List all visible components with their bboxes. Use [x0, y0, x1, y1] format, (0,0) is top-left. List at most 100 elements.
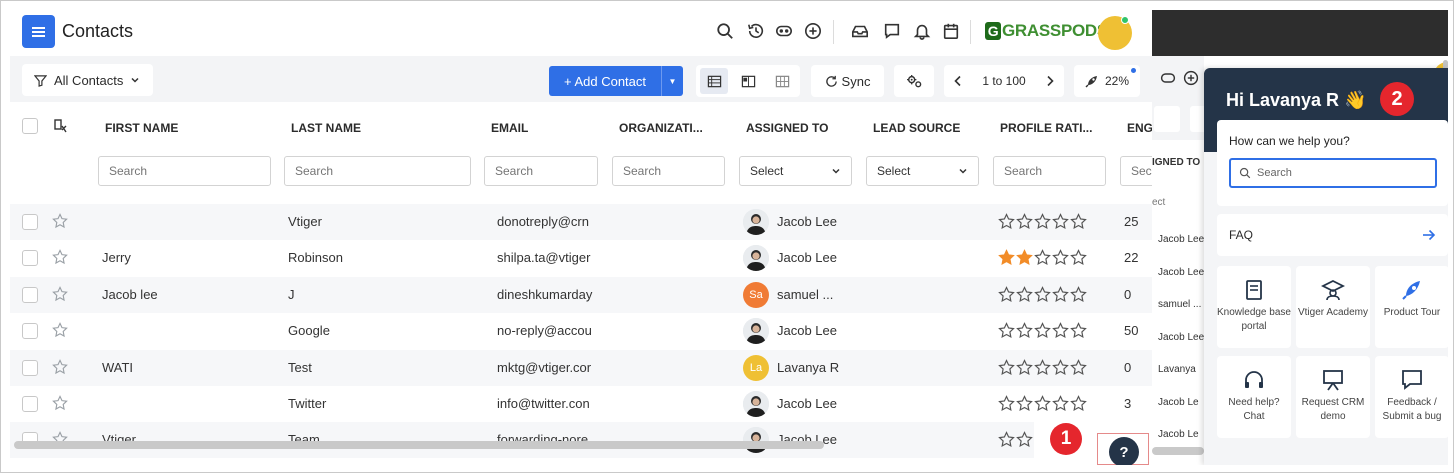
profile-rating[interactable] [998, 213, 1087, 230]
star-outline-icon[interactable] [1070, 395, 1087, 412]
star-outline-icon[interactable] [1016, 285, 1033, 303]
help-search-input[interactable]: Search [1229, 158, 1437, 188]
star-outline-icon[interactable] [1034, 285, 1051, 303]
star-icon[interactable] [52, 285, 68, 302]
horizontal-scrollbar[interactable] [14, 441, 824, 449]
sync-button[interactable]: Sync [811, 65, 884, 97]
search-icon[interactable] [715, 21, 735, 41]
email-cell[interactable]: info@twitter.con [497, 396, 595, 411]
summary-view-button[interactable] [768, 68, 796, 94]
profile-rating[interactable] [998, 249, 1087, 266]
settings-button[interactable] [894, 65, 934, 97]
select-all-checkbox[interactable] [22, 118, 38, 134]
star-outline-icon[interactable] [998, 285, 1015, 303]
star-outline-icon[interactable] [1070, 249, 1087, 266]
faq-link[interactable]: FAQ [1217, 214, 1448, 256]
row-checkbox[interactable] [22, 286, 38, 303]
star-outline-icon[interactable] [1070, 322, 1087, 339]
product-tour-tile[interactable]: Product Tour [1375, 266, 1448, 348]
star-outline-icon[interactable] [1034, 322, 1051, 339]
engagement-search-input[interactable] [1120, 156, 1152, 186]
star-filled-icon[interactable] [1016, 249, 1033, 266]
table-row[interactable]: WATI Test mktg@vtiger.cor Lavanya R 0 La [10, 349, 1152, 386]
star-outline-icon[interactable] [998, 358, 1015, 376]
star-icon[interactable] [52, 322, 68, 338]
feedback-tile[interactable]: Feedback / Submit a bug [1375, 356, 1448, 438]
chevron-right-icon[interactable] [1046, 75, 1054, 87]
row-checkbox[interactable] [22, 214, 38, 230]
email-cell[interactable]: mktg@vtiger.cor [497, 360, 595, 375]
row-checkbox[interactable] [22, 323, 38, 340]
star-outline-icon[interactable] [1070, 213, 1087, 230]
star-icon[interactable] [52, 249, 68, 265]
star-outline-icon[interactable] [1052, 249, 1069, 266]
add-contact-dropdown[interactable]: ▼ [661, 66, 683, 96]
profile-rating[interactable] [998, 395, 1087, 412]
help-launcher-button[interactable]: ? [1109, 437, 1139, 465]
profile-rating[interactable] [998, 285, 1087, 303]
star-outline-icon[interactable] [998, 431, 1015, 448]
star-icon[interactable] [52, 395, 68, 411]
add-contact-button[interactable]: + Add Contact [549, 66, 661, 96]
table-row[interactable]: Jerry Robinson shilpa.ta@vtiger Jacob Lee 22 [10, 240, 1152, 276]
column-profile-rating[interactable]: PROFILE RATI... [1000, 121, 1092, 135]
star-outline-icon[interactable] [1070, 358, 1087, 376]
inbox-icon[interactable] [850, 21, 870, 41]
star-filled-icon[interactable] [998, 249, 1015, 266]
table-row[interactable]: Google no-reply@accou Jacob Lee 50 [10, 313, 1152, 349]
email-cell[interactable]: shilpa.ta@vtiger [497, 250, 595, 265]
column-last-name[interactable]: LAST NAME [291, 121, 361, 135]
star-icon[interactable] [52, 213, 68, 229]
star-outline-icon[interactable] [1052, 322, 1069, 339]
column-settings-icon[interactable] [53, 118, 69, 134]
star-outline-icon[interactable] [1034, 395, 1051, 412]
bell-icon[interactable] [912, 21, 932, 41]
profile-rating[interactable] [998, 358, 1087, 376]
first-name-search-input[interactable] [98, 156, 271, 186]
table-row[interactable]: Vtiger donotreply@crn Jacob Lee 25 [10, 204, 1152, 240]
lead-source-select[interactable]: Select [866, 156, 979, 186]
star-outline-icon[interactable] [1016, 213, 1033, 230]
gamepad-icon[interactable] [774, 21, 794, 41]
star-outline-icon[interactable] [1016, 322, 1033, 339]
last-name-search-input[interactable] [284, 156, 471, 186]
column-assigned-to[interactable]: ASSIGNED TO [746, 121, 828, 135]
row-checkbox[interactable] [22, 250, 38, 267]
profile-rating-search-input[interactable] [993, 156, 1106, 186]
star-outline-icon[interactable] [1034, 249, 1051, 266]
column-lead-source[interactable]: LEAD SOURCE [873, 121, 960, 135]
star-outline-icon[interactable] [998, 322, 1015, 339]
star-outline-icon[interactable] [1052, 395, 1069, 412]
row-checkbox[interactable] [22, 359, 38, 376]
column-organization[interactable]: ORGANIZATI... [619, 121, 703, 135]
star-icon[interactable] [52, 358, 68, 375]
email-search-input[interactable] [484, 156, 598, 186]
add-circle-icon[interactable] [1183, 70, 1199, 86]
star-outline-icon[interactable] [1034, 358, 1051, 376]
star-outline-icon[interactable] [1016, 358, 1033, 376]
star-outline-icon[interactable] [1016, 395, 1033, 412]
star-outline-icon[interactable] [1052, 285, 1069, 303]
table-row[interactable]: Twitter info@twitter.con Jacob Lee 3 [10, 386, 1152, 422]
profile-rating[interactable] [998, 322, 1087, 339]
background-view-button[interactable] [1190, 106, 1204, 132]
column-engagement[interactable]: ENG [1127, 121, 1152, 135]
menu-button[interactable] [22, 15, 55, 48]
star-outline-icon[interactable] [1034, 213, 1051, 230]
email-cell[interactable]: no-reply@accou [497, 323, 595, 338]
table-row[interactable]: Jacob lee Jdineshkumarday samuel ... 0 Sa [10, 276, 1152, 313]
chevron-left-icon[interactable] [954, 75, 962, 87]
chat-icon[interactable] [882, 21, 902, 41]
chat-help-tile[interactable]: Need help? Chat [1217, 356, 1291, 438]
knowledge-base-tile[interactable]: Knowledge base portal [1217, 266, 1291, 348]
column-first-name[interactable]: FIRST NAME [105, 121, 178, 135]
star-outline-icon[interactable] [1052, 358, 1069, 376]
history-icon[interactable] [746, 21, 766, 41]
background-view-button[interactable] [1154, 106, 1180, 132]
star-outline-icon[interactable] [998, 395, 1015, 412]
column-email[interactable]: EMAIL [491, 121, 528, 135]
star-outline-icon[interactable] [1016, 431, 1033, 448]
add-circle-icon[interactable] [803, 21, 823, 41]
star-outline-icon[interactable] [1052, 213, 1069, 230]
email-cell[interactable]: donotreply@crn [497, 214, 595, 229]
